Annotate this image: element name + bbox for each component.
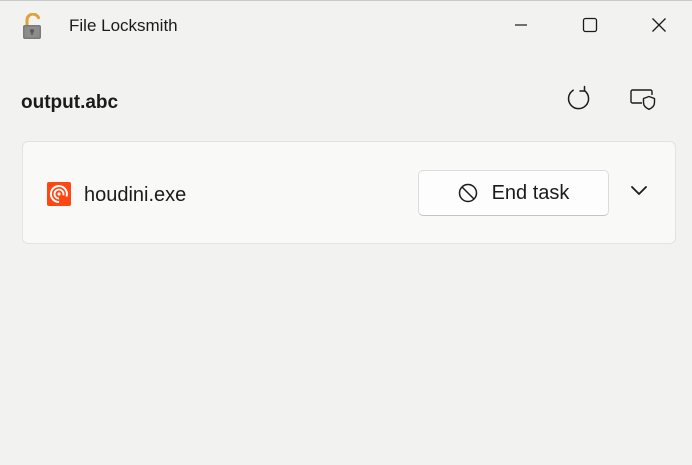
end-task-button[interactable]: End task — [418, 170, 609, 216]
process-card: houdini.exe End task — [22, 141, 676, 244]
close-icon — [651, 17, 667, 33]
file-name-heading: output.abc — [21, 92, 119, 113]
app-title: File Locksmith — [69, 16, 178, 35]
block-icon — [458, 183, 478, 203]
title-bar[interactable]: File Locksmith — [0, 1, 692, 49]
process-name: houdini.exe — [84, 184, 187, 206]
minimize-button[interactable] — [498, 1, 544, 49]
restart-as-admin-button[interactable] — [625, 83, 661, 119]
maximize-icon — [582, 17, 598, 33]
expand-details-button[interactable] — [621, 174, 657, 210]
restart-as-admin-shield-icon — [629, 87, 657, 116]
close-button[interactable] — [636, 1, 682, 49]
minimize-icon — [513, 17, 529, 33]
end-task-label: End task — [491, 182, 570, 204]
refresh-button[interactable] — [560, 83, 596, 119]
file-locksmith-window: File Locksmith output.abc houdini.exe En… — [0, 0, 692, 465]
chevron-down-icon — [630, 183, 648, 201]
padlock-unlocked-icon — [22, 12, 44, 39]
houdini-icon — [47, 182, 71, 206]
maximize-button[interactable] — [567, 1, 613, 49]
refresh-icon — [564, 85, 592, 118]
